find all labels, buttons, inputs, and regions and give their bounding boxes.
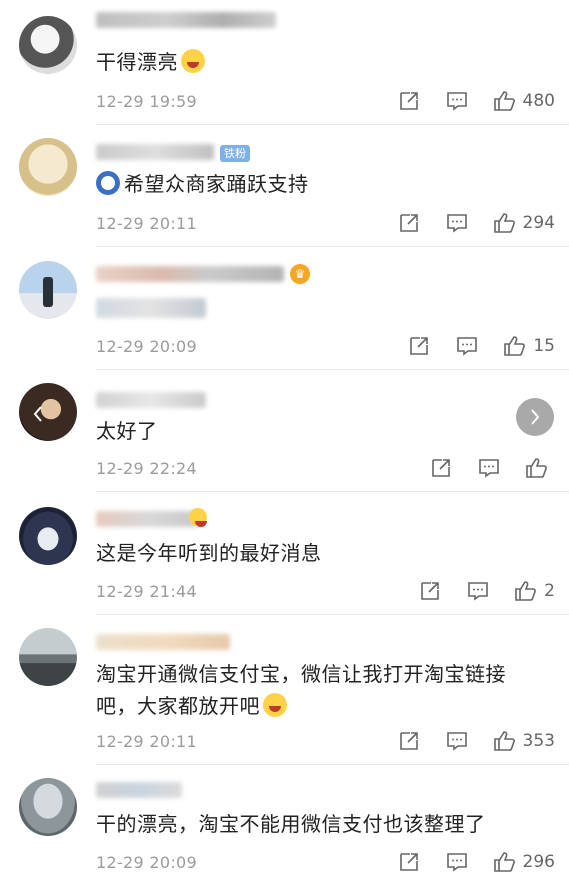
share-icon[interactable] xyxy=(397,211,421,235)
username-blurred[interactable] xyxy=(96,392,206,408)
share-icon[interactable] xyxy=(407,334,431,358)
timestamp: 12-29 20:11 xyxy=(96,732,197,751)
comment-actions xyxy=(405,456,555,480)
like-count: 480 xyxy=(522,91,555,111)
share-icon[interactable] xyxy=(418,579,442,603)
like-count: 294 xyxy=(522,213,555,233)
divider xyxy=(96,124,569,125)
chevron-left-icon[interactable] xyxy=(31,404,45,424)
thumbs-up-icon[interactable] xyxy=(503,334,527,358)
avatar[interactable] xyxy=(19,16,77,74)
username-blurred[interactable] xyxy=(96,266,284,282)
avatar[interactable] xyxy=(19,507,77,565)
username-blurred[interactable] xyxy=(96,144,214,160)
avatar[interactable] xyxy=(19,628,77,686)
avatar[interactable] xyxy=(19,383,77,441)
thumbs-up-icon[interactable] xyxy=(493,729,517,753)
grin-sweat-emoji xyxy=(181,49,205,73)
timestamp: 12-29 21:44 xyxy=(96,582,197,601)
comment-icon[interactable] xyxy=(477,456,501,480)
like-count: 353 xyxy=(522,731,555,751)
divider xyxy=(96,764,569,765)
comment-icon[interactable] xyxy=(445,89,469,113)
share-icon[interactable] xyxy=(397,850,421,874)
like-count: 15 xyxy=(533,336,555,356)
divider xyxy=(96,369,569,370)
comment-actions: 353 xyxy=(373,729,555,753)
comment-icon[interactable] xyxy=(445,729,469,753)
like-count: 296 xyxy=(522,852,555,872)
chevron-right-icon xyxy=(531,409,540,425)
avatar[interactable] xyxy=(19,138,77,196)
timestamp: 12-29 22:24 xyxy=(96,459,197,478)
comment-text: 太好了 xyxy=(96,419,158,443)
grin-sweat-emoji xyxy=(189,508,207,527)
comment-text: 希望众商家踊跃支持 xyxy=(96,168,536,200)
divider xyxy=(96,614,569,615)
timestamp: 12-29 19:59 xyxy=(96,92,197,111)
comment-text-blurred xyxy=(96,298,206,318)
thumbs-up-icon[interactable] xyxy=(514,579,538,603)
thumbs-up-icon[interactable] xyxy=(493,211,517,235)
comment-text-content: 希望众商家踊跃支持 xyxy=(124,172,309,196)
laugh-cry-emoji xyxy=(263,693,287,717)
timestamp: 12-29 20:09 xyxy=(96,853,197,872)
comment-text: 淘宝开通微信支付宝，微信让我打开淘宝链接吧，大家都放开吧 xyxy=(96,658,536,722)
comment-icon[interactable] xyxy=(466,579,490,603)
timestamp: 12-29 20:11 xyxy=(96,214,197,233)
comment-icon[interactable] xyxy=(445,211,469,235)
username-blurred[interactable] xyxy=(96,634,230,650)
thumbs-up-icon[interactable] xyxy=(493,850,517,874)
avatar[interactable] xyxy=(19,778,77,836)
divider xyxy=(96,246,569,247)
comment-text: 这是今年听到的最好消息 xyxy=(96,541,322,565)
comment-icon[interactable] xyxy=(445,850,469,874)
sticker-icon xyxy=(96,171,120,195)
thumbs-up-icon[interactable] xyxy=(493,89,517,113)
thumbs-up-icon[interactable] xyxy=(525,456,549,480)
comment-text: 干的漂亮，淘宝不能用微信支付也该整理了 xyxy=(96,812,486,836)
divider xyxy=(96,491,569,492)
comment-actions: 296 xyxy=(373,850,555,874)
username-blurred[interactable] xyxy=(96,511,200,527)
fan-badge: 铁粉 xyxy=(220,145,250,162)
next-button[interactable] xyxy=(516,398,554,436)
comment-text: 干得漂亮 xyxy=(96,46,536,78)
share-icon[interactable] xyxy=(397,729,421,753)
comment-actions: 2 xyxy=(394,579,555,603)
comment-text-content: 淘宝开通微信支付宝，微信让我打开淘宝链接吧，大家都放开吧 xyxy=(96,662,506,718)
like-count: 2 xyxy=(544,581,555,601)
username-blurred[interactable] xyxy=(96,782,182,798)
comment-actions: 15 xyxy=(383,334,555,358)
comment-icon[interactable] xyxy=(455,334,479,358)
comment-actions: 480 xyxy=(373,89,555,113)
crown-icon: ♛ xyxy=(290,264,310,284)
comment-actions: 294 xyxy=(373,211,555,235)
username-blurred[interactable] xyxy=(96,12,276,28)
share-icon[interactable] xyxy=(429,456,453,480)
avatar[interactable] xyxy=(19,261,77,319)
share-icon[interactable] xyxy=(397,89,421,113)
timestamp: 12-29 20:09 xyxy=(96,337,197,356)
comment-text-content: 干得漂亮 xyxy=(96,50,178,74)
